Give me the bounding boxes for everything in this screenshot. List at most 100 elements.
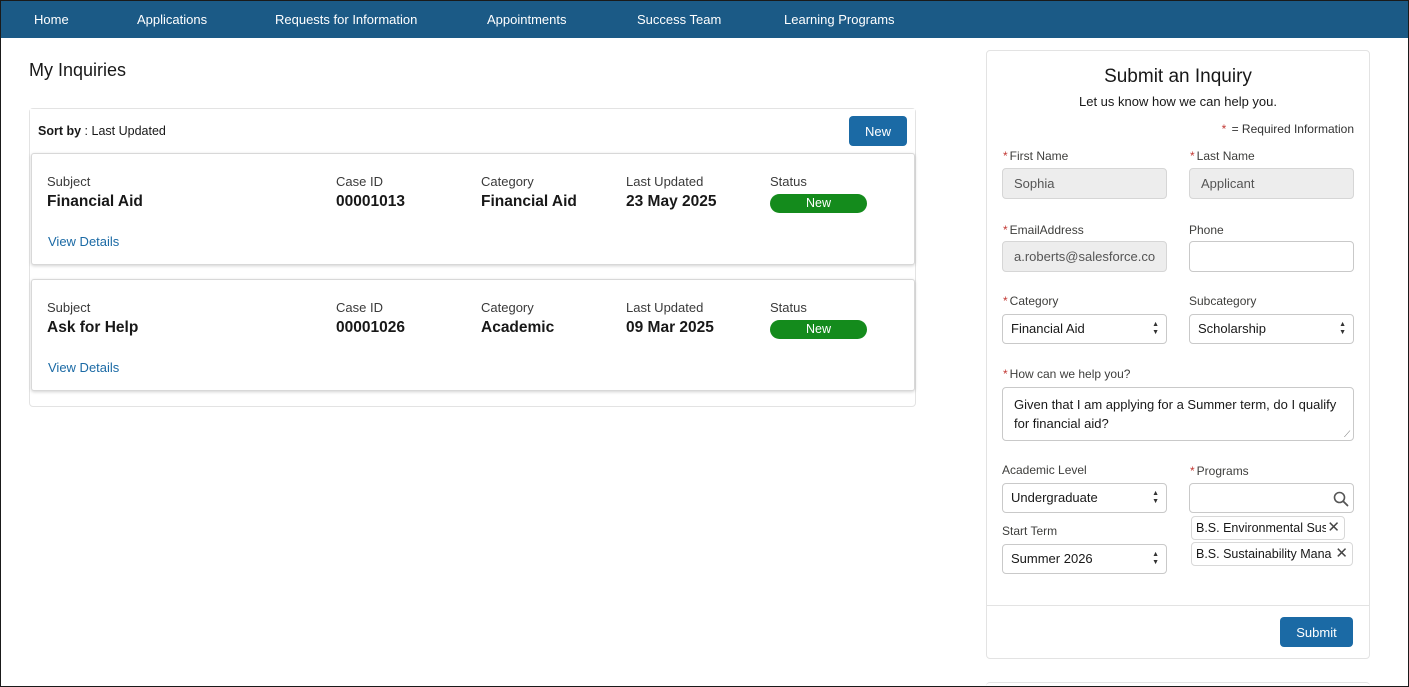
resize-grip-icon[interactable]: ⟋: [1344, 430, 1352, 439]
required-marker: *: [1003, 223, 1008, 237]
programs-search-input[interactable]: [1189, 483, 1354, 513]
program-pill-label: B.S. Sustainability Mana: [1196, 547, 1332, 561]
case-id-value: 00001026: [336, 319, 405, 336]
case-id: Case ID 00001026: [336, 300, 405, 337]
help-label: * How can we help you?: [1003, 367, 1130, 381]
programs-label: * Programs: [1190, 464, 1249, 478]
view-details-link[interactable]: View Details: [48, 234, 119, 249]
page-title: My Inquiries: [29, 60, 127, 80]
phone-label: Phone: [1189, 223, 1224, 237]
academic-level-label: Academic Level: [1002, 463, 1087, 477]
first-name-field[interactable]: [1002, 168, 1167, 199]
last-updated-value: 09 Mar 2025: [626, 319, 714, 336]
email-label-text: EmailAddress: [1009, 223, 1084, 237]
required-marker: *: [1003, 149, 1008, 163]
category-label: * Category: [1003, 294, 1058, 308]
nav-applications[interactable]: Applications: [137, 12, 207, 27]
phone-field[interactable]: [1189, 241, 1354, 272]
category-label: Category: [481, 300, 534, 315]
subcategory-select[interactable]: Scholarship ▲ ▼: [1189, 314, 1354, 344]
last-name-field[interactable]: [1189, 168, 1354, 199]
form-title: Submit an Inquiry: [1104, 66, 1252, 87]
email-field[interactable]: [1002, 241, 1167, 272]
subject-value: Financial Aid: [47, 193, 143, 210]
required-info-text: = Required Information: [1231, 122, 1354, 136]
remove-program-icon[interactable]: ✕: [1335, 543, 1348, 565]
status-badge: New: [770, 320, 867, 339]
case-subject: Subject Ask for Help: [47, 300, 138, 337]
nav-appointments[interactable]: Appointments: [487, 12, 567, 27]
help-label-text: How can we help you?: [1009, 367, 1131, 381]
search-icon[interactable]: [1333, 491, 1349, 507]
required-marker: *: [1221, 122, 1227, 136]
category-select-value: Financial Aid: [1011, 321, 1085, 336]
start-term-select[interactable]: Summer 2026 ▲ ▼: [1002, 544, 1167, 574]
nav-learning-programs[interactable]: Learning Programs: [784, 12, 895, 27]
help-textarea[interactable]: Given that I am applying for a Summer te…: [1002, 387, 1354, 441]
case-card: Subject Financial Aid Case ID 00001013 C…: [31, 153, 915, 265]
remove-program-icon[interactable]: ✕: [1327, 517, 1340, 539]
selected-program-pill: B.S. Sustainability Mana ✕: [1191, 542, 1353, 566]
case-subject: Subject Financial Aid: [47, 174, 143, 211]
case-id-label: Case ID: [336, 300, 383, 315]
case-id: Case ID 00001013: [336, 174, 405, 211]
required-marker: *: [1003, 294, 1008, 308]
case-category: Category Financial Aid: [481, 174, 577, 211]
last-name-label: * Last Name: [1190, 149, 1255, 163]
start-term-value: Summer 2026: [1011, 551, 1093, 566]
program-pill-label: B.S. Environmental Sus: [1196, 521, 1326, 535]
required-marker: *: [1190, 464, 1195, 478]
sort-bar: Sort by : Last Updated New: [30, 109, 915, 153]
nav-requests-for-information[interactable]: Requests for Information: [275, 12, 417, 27]
sort-value: : Last Updated: [84, 124, 166, 138]
programs-label-text: Programs: [1196, 464, 1249, 478]
selected-program-pill: B.S. Environmental Sus ✕: [1191, 516, 1345, 540]
last-updated-label: Last Updated: [626, 300, 704, 315]
new-inquiry-button[interactable]: New: [849, 116, 907, 146]
category-label-text: Category: [1009, 294, 1059, 308]
category-value: Financial Aid: [481, 193, 577, 210]
required-marker: *: [1003, 367, 1008, 381]
subcategory-label: Subcategory: [1189, 294, 1257, 308]
last-updated-label: Last Updated: [626, 174, 704, 189]
category-label: Category: [481, 174, 534, 189]
last-updated-value: 23 May 2025: [626, 193, 717, 210]
top-navigation: Home Applications Requests for Informati…: [1, 1, 1408, 38]
next-panel-edge: [986, 682, 1370, 687]
status-badge: New: [770, 194, 867, 213]
submit-button[interactable]: Submit: [1280, 617, 1353, 647]
case-last-updated: Last Updated 09 Mar 2025: [626, 300, 714, 337]
select-arrows-icon: ▲ ▼: [1152, 490, 1159, 505]
first-name-label-text: First Name: [1009, 149, 1069, 163]
view-details-link[interactable]: View Details: [48, 360, 119, 375]
nav-home[interactable]: Home: [34, 12, 69, 27]
academic-level-select[interactable]: Undergraduate ▲ ▼: [1002, 483, 1167, 513]
form-subtitle: Let us know how we can help you.: [1078, 94, 1277, 109]
select-arrows-icon: ▲ ▼: [1152, 551, 1159, 566]
status-label: Status: [770, 174, 807, 189]
inquiries-list: Sort by : Last Updated New Subject Finan…: [29, 108, 916, 407]
email-label: * EmailAddress: [1003, 223, 1084, 237]
status-label: Status: [770, 300, 807, 315]
subcategory-select-value: Scholarship: [1198, 321, 1266, 336]
subject-value: Ask for Help: [47, 319, 139, 336]
required-info: * = Required Information: [1222, 122, 1354, 136]
sort-label: Sort by: [38, 124, 82, 138]
first-name-label: * First Name: [1003, 149, 1068, 163]
case-status: Status New: [770, 174, 867, 213]
case-id-label: Case ID: [336, 174, 383, 189]
case-id-value: 00001013: [336, 193, 405, 210]
category-value: Academic: [481, 319, 555, 336]
form-divider: [987, 605, 1369, 606]
category-select[interactable]: Financial Aid ▲ ▼: [1002, 314, 1167, 344]
sort-control[interactable]: Sort by : Last Updated: [38, 124, 166, 138]
select-arrows-icon: ▲ ▼: [1339, 321, 1346, 336]
case-card: Subject Ask for Help Case ID 00001026 Ca…: [31, 279, 915, 391]
nav-success-team[interactable]: Success Team: [637, 12, 721, 27]
case-status: Status New: [770, 300, 867, 339]
start-term-label: Start Term: [1002, 524, 1058, 538]
subject-label: Subject: [47, 174, 91, 189]
case-category: Category Academic: [481, 300, 554, 337]
submit-inquiry-form: Submit an Inquiry Let us know how we can…: [986, 50, 1370, 659]
case-last-updated: Last Updated 23 May 2025: [626, 174, 717, 211]
